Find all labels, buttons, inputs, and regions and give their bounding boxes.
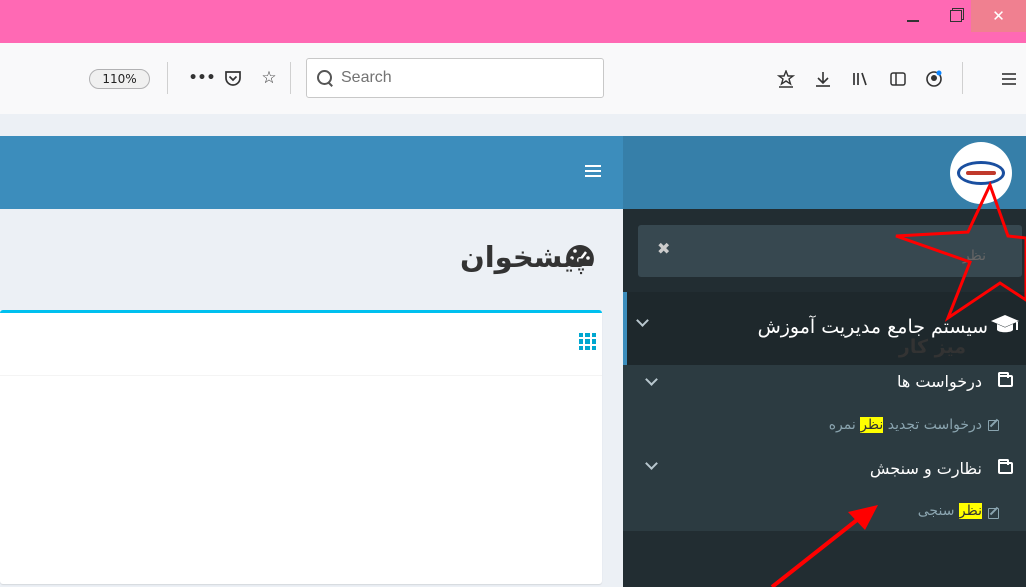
institute-logo[interactable] <box>950 142 1012 204</box>
bookmarks-menu-icon[interactable] <box>774 67 798 91</box>
hamburger-icon[interactable] <box>585 165 601 177</box>
app-menu-icon[interactable] <box>997 67 1021 91</box>
grid-icon <box>579 333 596 350</box>
edit-icon <box>988 508 999 519</box>
menu-link-grade-review-request[interactable]: درخواست تجدید نظر نمره <box>829 417 982 433</box>
folder-icon <box>998 372 1013 387</box>
top-navbar <box>0 136 623 209</box>
search-placeholder: Search <box>341 69 392 86</box>
clear-search-icon[interactable]: ✖ <box>657 239 670 258</box>
page-title: پیشخوان <box>459 240 586 274</box>
account-icon[interactable] <box>922 67 946 91</box>
search-field[interactable]: Search <box>306 58 604 98</box>
leaf-text: سنجی <box>917 503 959 519</box>
library-icon[interactable] <box>848 67 872 91</box>
menu-link-survey[interactable]: نظر سنجی <box>918 503 982 519</box>
toolbar-separator <box>167 62 168 94</box>
search-icon <box>317 70 333 86</box>
browser-titlebar <box>0 0 1026 43</box>
pocket-icon[interactable] <box>221 66 245 90</box>
leaf-text: درخواست تجدید <box>883 417 982 433</box>
search-highlight: نظر <box>958 503 982 519</box>
edit-icon <box>988 420 999 431</box>
folder-icon <box>998 459 1013 474</box>
leaf-text: نمره <box>828 417 861 433</box>
bookmark-star-icon[interactable]: ☆ <box>257 66 281 90</box>
submenu-item-requests[interactable]: درخواست ها <box>897 372 982 391</box>
graduation-cap-icon <box>991 315 1019 333</box>
submenu-item-monitoring[interactable]: نظارت و سنجش <box>870 459 982 478</box>
page-actions-icon[interactable]: ••• <box>189 66 216 90</box>
box-title: میز کار <box>898 336 966 358</box>
downloads-icon[interactable] <box>811 67 835 91</box>
close-window-button[interactable]: ✕ <box>971 0 1026 32</box>
search-highlight: نظر <box>860 417 884 433</box>
sidebar-item-main-label: سیستم جامع مدیریت آموزش <box>757 316 988 338</box>
minimize-button[interactable] <box>893 0 933 32</box>
logo-emblem <box>957 161 1005 185</box>
toolbar-separator <box>290 62 291 94</box>
sidebars-icon[interactable] <box>886 67 910 91</box>
sidebar-search-value: نظر <box>962 248 986 264</box>
box-header <box>0 313 602 376</box>
toolbar-separator <box>962 62 963 94</box>
zoom-indicator[interactable]: 110% <box>89 69 150 89</box>
maximize-button[interactable] <box>936 0 976 32</box>
